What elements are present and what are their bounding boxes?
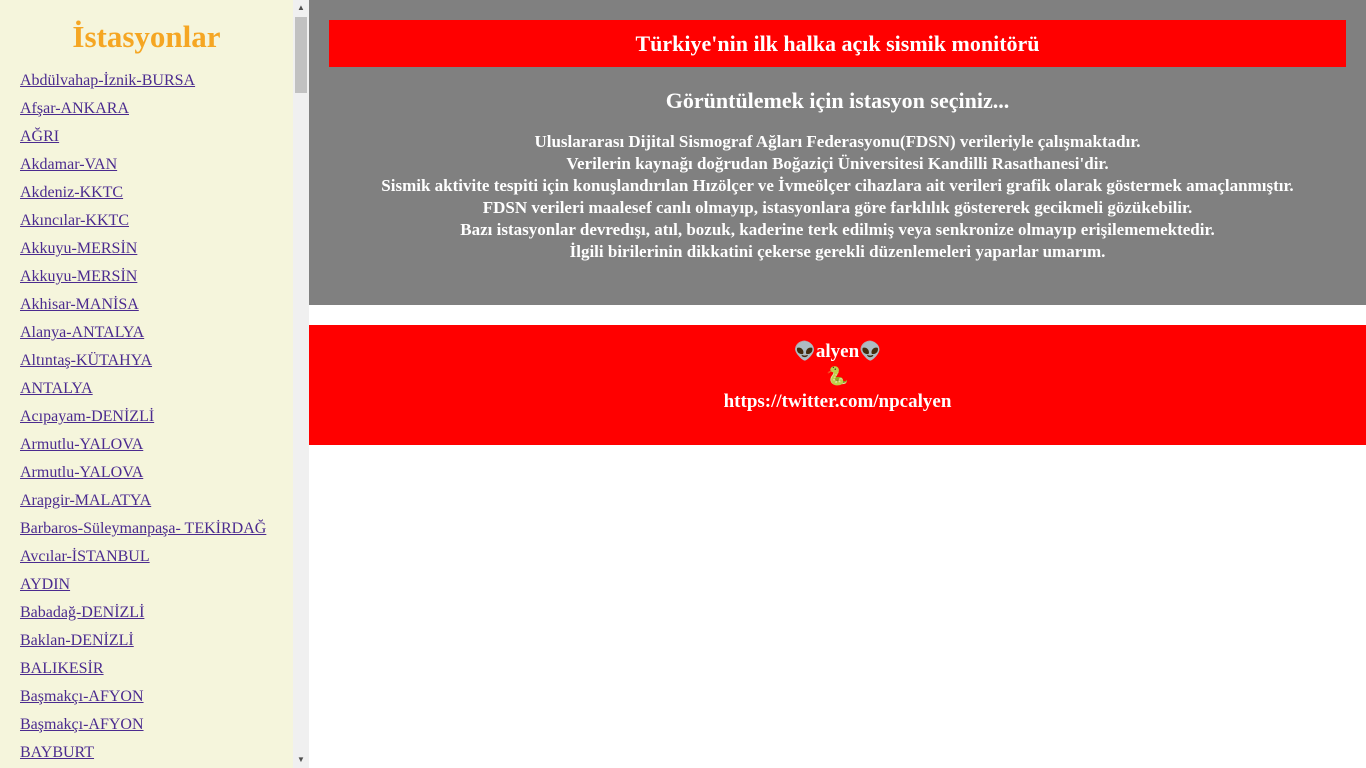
- station-list-item: Avcılar-İSTANBUL: [20, 543, 293, 571]
- author-line: 👽alyen👽: [309, 339, 1366, 364]
- station-link[interactable]: Barbaros-Süleymanpaşa- TEKİRDAĞ: [20, 520, 266, 537]
- station-link[interactable]: Arapgir-MALATYA: [20, 492, 151, 509]
- sidebar-scrollbar[interactable]: ▲ ▼: [293, 0, 309, 768]
- description: Uluslararası Dijital Sismograf Ağları Fe…: [329, 131, 1346, 263]
- description-line: Verilerin kaynağı doğrudan Boğaziçi Üniv…: [566, 154, 1109, 173]
- station-link[interactable]: Akdamar-VAN: [20, 156, 117, 173]
- station-link[interactable]: Başmakçı-AFYON: [20, 688, 144, 705]
- description-line: FDSN verileri maalesef canlı olmayıp, is…: [482, 198, 1193, 217]
- main-content: Türkiye'nin ilk halka açık sismik monitö…: [309, 0, 1366, 768]
- station-list-item: Akdeniz-KKTC: [20, 179, 293, 207]
- station-list-item: Akıncılar-KKTC: [20, 207, 293, 235]
- station-list-item: Akkuyu-MERSİN: [20, 235, 293, 263]
- station-list-item: Armutlu-YALOVA: [20, 431, 293, 459]
- station-list-item: Akhisar-MANİSA: [20, 291, 293, 319]
- alien-icon: 👽: [859, 341, 882, 361]
- alien-icon: 👽: [793, 341, 816, 361]
- station-link[interactable]: Afşar-ANKARA: [20, 100, 129, 117]
- info-panel: Türkiye'nin ilk halka açık sismik monitö…: [309, 0, 1366, 305]
- station-list-item: Baklan-DENİZLİ: [20, 627, 293, 655]
- description-line: Bazı istasyonlar devredışı, atıl, bozuk,…: [460, 220, 1215, 239]
- station-link[interactable]: BALIKESİR: [20, 660, 104, 677]
- description-line: Sismik aktivite tespiti için konuşlandır…: [381, 176, 1294, 195]
- station-link[interactable]: Abdülvahap-İznik-BURSA: [20, 72, 195, 89]
- station-link[interactable]: AYDIN: [20, 576, 70, 593]
- station-link[interactable]: Akkuyu-MERSİN: [20, 240, 137, 257]
- station-sidebar: İstasyonlar Abdülvahap-İznik-BURSA Afşar-…: [0, 0, 293, 768]
- station-list-item: BAYBURT: [20, 739, 293, 767]
- scroll-down-arrow-icon[interactable]: ▼: [293, 752, 309, 768]
- description-line: İlgili birilerinin dikkatini çekerse ger…: [569, 242, 1106, 261]
- snake-line: 🐍: [309, 364, 1366, 389]
- station-link[interactable]: BAYBURT: [20, 744, 94, 761]
- station-list-item: Afşar-ANKARA: [20, 95, 293, 123]
- twitter-link[interactable]: https://twitter.com/npcalyen: [309, 389, 1366, 414]
- station-link[interactable]: Armutlu-YALOVA: [20, 464, 143, 481]
- station-link[interactable]: Akhisar-MANİSA: [20, 296, 139, 313]
- station-link[interactable]: Baklan-DENİZLİ: [20, 632, 134, 649]
- station-list-item: Akkuyu-MERSİN: [20, 263, 293, 291]
- station-list-item: Altıntaş-KÜTAHYA: [20, 347, 293, 375]
- station-list-item: Barbaros-Süleymanpaşa- TEKİRDAĞ: [20, 515, 293, 543]
- station-link[interactable]: Armutlu-YALOVA: [20, 436, 143, 453]
- station-link[interactable]: Akdeniz-KKTC: [20, 184, 123, 201]
- author-name: alyen: [815, 341, 860, 362]
- credits-panel: 👽alyen👽 🐍 https://twitter.com/npcalyen: [309, 325, 1366, 445]
- station-list-item: AYDIN: [20, 571, 293, 599]
- station-list-item: Armutlu-YALOVA: [20, 459, 293, 487]
- station-list-item: Abdülvahap-İznik-BURSA: [20, 67, 293, 95]
- station-link[interactable]: Alanya-ANTALYA: [20, 324, 144, 341]
- station-list-item: Acıpayam-DENİZLİ: [20, 403, 293, 431]
- station-link[interactable]: ANTALYA: [20, 380, 93, 397]
- description-line: Uluslararası Dijital Sismograf Ağları Fe…: [534, 132, 1141, 151]
- station-list-item: Akdamar-VAN: [20, 151, 293, 179]
- station-list-item: Arapgir-MALATYA: [20, 487, 293, 515]
- station-link[interactable]: AĞRI: [20, 128, 59, 145]
- station-link[interactable]: Başmakçı-AFYON: [20, 716, 144, 733]
- station-list-item: Başmakçı-AFYON: [20, 711, 293, 739]
- station-link[interactable]: Akıncılar-KKTC: [20, 212, 129, 229]
- sidebar-title: İstasyonlar: [72, 19, 221, 54]
- station-link[interactable]: Akkuyu-MERSİN: [20, 268, 137, 285]
- station-link[interactable]: Avcılar-İSTANBUL: [20, 548, 150, 565]
- snake-icon: 🐍: [826, 366, 849, 386]
- page-title: Türkiye'nin ilk halka açık sismik monitö…: [329, 20, 1346, 67]
- station-list-item: Başmakçı-AFYON: [20, 683, 293, 711]
- station-list-item: Alanya-ANTALYA: [20, 319, 293, 347]
- station-link[interactable]: Acıpayam-DENİZLİ: [20, 408, 154, 425]
- station-link[interactable]: Babadağ-DENİZLİ: [20, 604, 144, 621]
- select-station-prompt: Görüntülemek için istasyon seçiniz...: [665, 88, 1010, 113]
- scroll-up-arrow-icon[interactable]: ▲: [293, 0, 309, 16]
- station-list-item: ANTALYA: [20, 375, 293, 403]
- station-link[interactable]: Altıntaş-KÜTAHYA: [20, 352, 152, 369]
- scrollbar-thumb[interactable]: [295, 17, 307, 93]
- station-list-item: BALIKESİR: [20, 655, 293, 683]
- station-list-item: AĞRI: [20, 123, 293, 151]
- station-list-item: Babadağ-DENİZLİ: [20, 599, 293, 627]
- station-list: Abdülvahap-İznik-BURSA Afşar-ANKARA AĞRI Ak…: [0, 57, 293, 767]
